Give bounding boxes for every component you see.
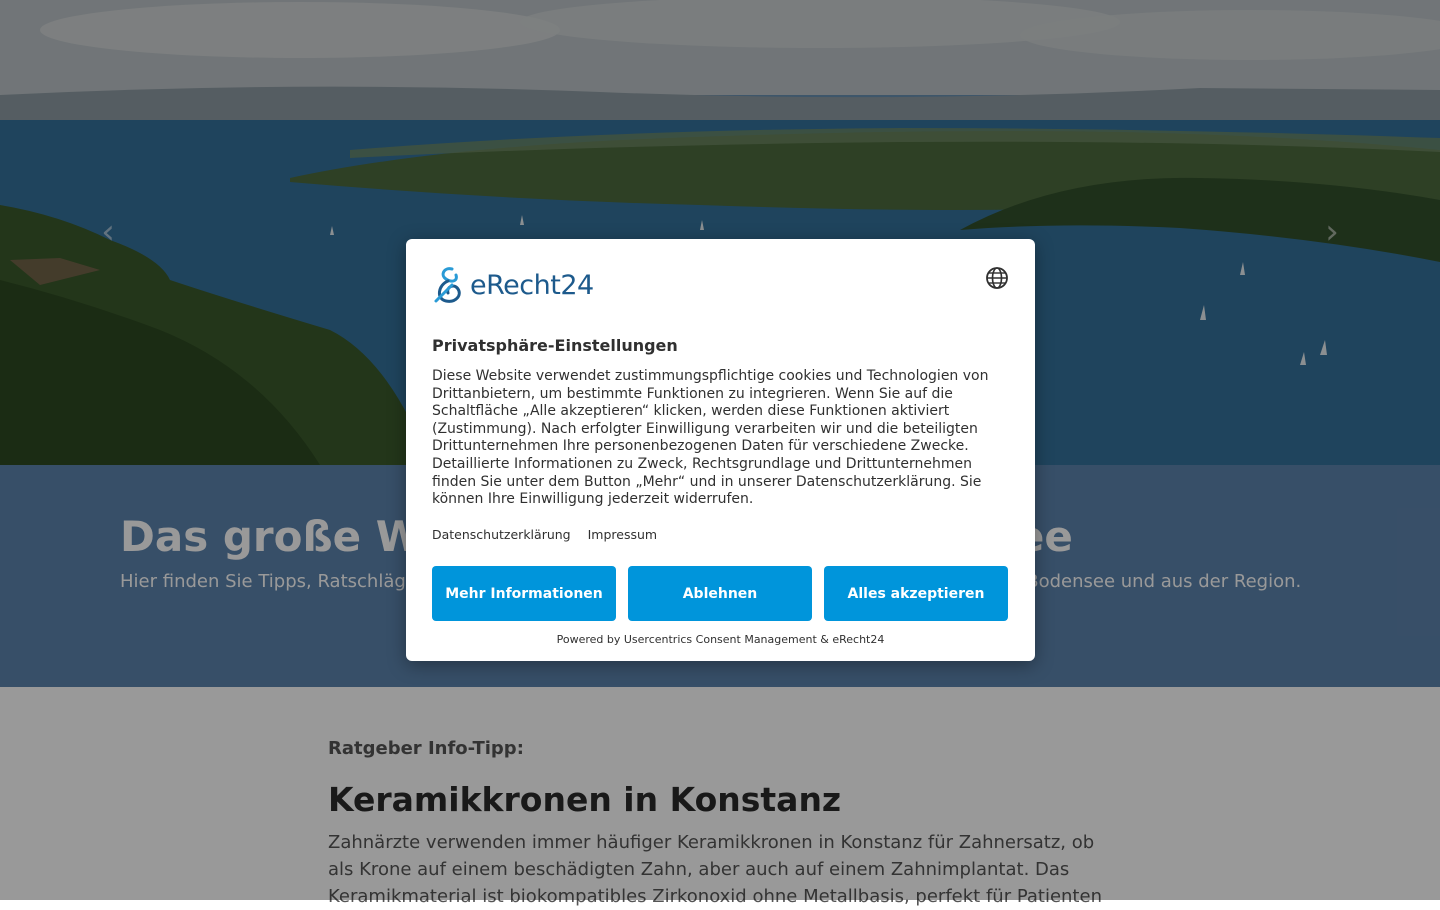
language-globe-icon[interactable] [985, 266, 1009, 290]
consent-title: Privatsphäre-Einstellungen [432, 336, 678, 355]
erecht24-logo-mark-icon [434, 267, 461, 303]
imprint-link[interactable]: Impressum [588, 527, 657, 542]
logo-text: eRecht24 [470, 269, 594, 301]
consent-links: Datenschutzerklärung Impressum [432, 527, 670, 542]
privacy-policy-link[interactable]: Datenschutzerklärung [432, 527, 571, 542]
powered-by-text: Powered by Usercentrics Consent Manageme… [556, 633, 885, 646]
accept-all-button[interactable]: Alles akzeptieren [824, 566, 1008, 621]
deny-button[interactable]: Ablehnen [628, 566, 812, 621]
cookie-consent-dialog: eRecht24 Privatsphäre-Einstellungen Dies… [406, 239, 1035, 661]
erecht24-logo: eRecht24 [432, 265, 594, 305]
more-information-button[interactable]: Mehr Informationen [432, 566, 616, 621]
consent-description: Diese Website verwendet zustimmungspflic… [432, 368, 989, 508]
